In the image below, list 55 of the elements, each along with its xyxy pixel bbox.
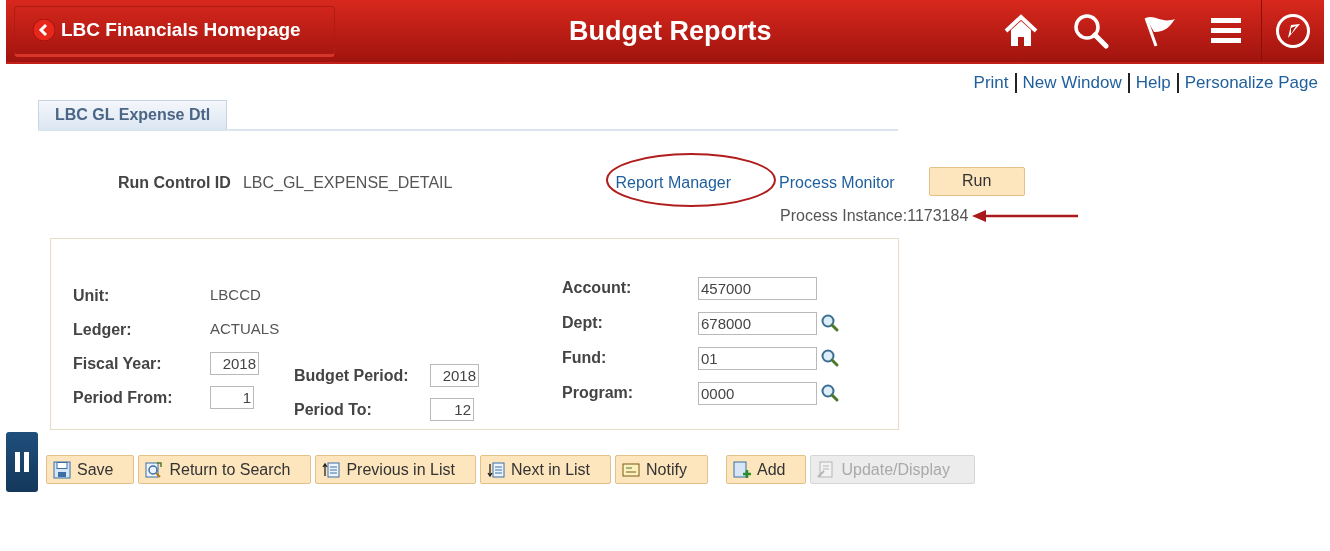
input-field[interactable]: 12 — [430, 398, 474, 421]
field-label: Period From: — [73, 387, 174, 408]
tab[interactable]: LBC GL Expense Dtl — [38, 99, 228, 129]
header-link[interactable]: New Window — [1022, 70, 1122, 96]
header-link[interactable]: Personalize Page — [1184, 70, 1318, 96]
input-field[interactable]: 2018 — [210, 352, 259, 375]
magnifier-icon[interactable] — [820, 383, 840, 403]
field-label: Fiscal Year: — [73, 353, 163, 374]
toolbar-button[interactable]: Save — [46, 455, 135, 484]
menu-icon[interactable] — [1211, 17, 1241, 45]
field-label: Ledger: — [73, 319, 133, 340]
flag-icon[interactable] — [1143, 14, 1177, 48]
input-field[interactable]: 2018 — [430, 364, 479, 387]
list-up-arrow-icon — [322, 460, 341, 479]
magnifier-icon[interactable] — [820, 313, 840, 333]
back-button[interactable]: LBC Financials Homepage — [14, 5, 335, 57]
magnifier-arrow-icon — [145, 460, 164, 479]
input-field[interactable]: 01 — [698, 346, 817, 370]
run-button[interactable]: Run — [928, 166, 1025, 196]
field-label: Unit: — [73, 285, 111, 306]
process-monitor-link[interactable]: Process Monitor — [779, 171, 895, 195]
field-label: Period To: — [294, 399, 373, 420]
list-down-arrow-icon — [486, 460, 505, 479]
search-icon[interactable] — [1073, 13, 1109, 49]
input-field[interactable]: 1 — [210, 386, 254, 409]
input-field[interactable]: 0000 — [698, 381, 817, 405]
field-label: Budget Period: — [294, 365, 410, 386]
field-label: Fund: — [562, 348, 608, 368]
field-label: Dept: — [562, 313, 604, 333]
page-title: Budget Reports — [569, 14, 772, 48]
field-value: LBC_GL_EXPENSE_DETAIL — [242, 173, 453, 193]
toolbar-button[interactable]: Next in List — [479, 455, 612, 484]
input-field[interactable]: 457000 — [698, 276, 817, 300]
toolbar-button[interactable]: Previous in List — [315, 455, 476, 484]
compass-icon[interactable] — [1275, 13, 1311, 49]
pause-button[interactable] — [6, 431, 38, 492]
field-label: Account: — [562, 278, 633, 298]
field-value: LBCCD — [210, 285, 261, 306]
field-label: Program: — [562, 383, 635, 403]
chevron-left-icon — [33, 19, 55, 41]
field-label: Run Control ID — [118, 173, 231, 193]
magnifier-icon[interactable] — [820, 348, 840, 368]
input-field[interactable]: 678000 — [698, 311, 817, 335]
header-link[interactable]: Print — [973, 70, 1009, 96]
toolbar-button[interactable]: Return to Search — [138, 455, 312, 484]
home-icon[interactable] — [1003, 14, 1039, 48]
document-plus-icon — [732, 460, 751, 479]
field-value: ACTUALS — [210, 319, 280, 340]
note-icon — [622, 460, 641, 479]
toolbar-button[interactable]: Notify — [615, 455, 708, 484]
pause-icon — [15, 451, 29, 472]
header-link[interactable]: Help — [1135, 70, 1171, 96]
process-instance: Process Instance:1173184 — [780, 205, 969, 226]
toolbar-button[interactable]: Add — [725, 455, 807, 484]
document-pencil-icon — [817, 460, 836, 479]
